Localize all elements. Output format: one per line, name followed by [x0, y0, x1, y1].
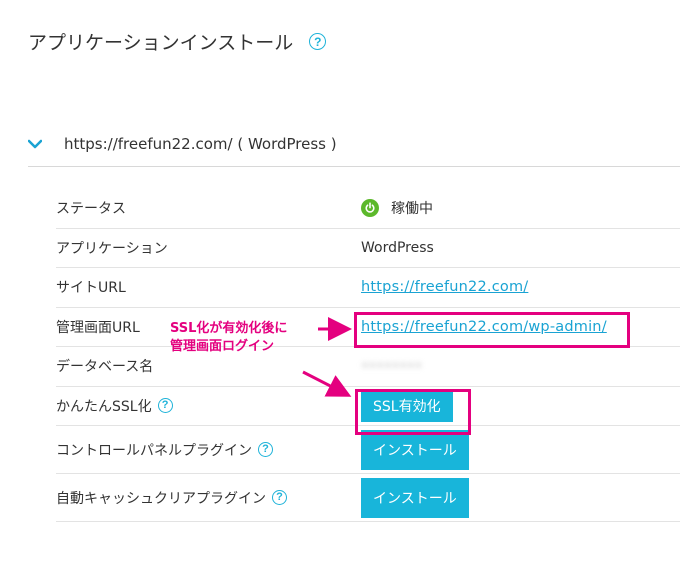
application-value: WordPress [361, 239, 434, 256]
install-cache-clear-button[interactable]: インストール [361, 477, 469, 518]
page-title: アプリケーションインストール ? [28, 28, 327, 55]
row-label: 管理画面URL [56, 319, 140, 336]
row-label-text: かんたんSSL化 [56, 398, 152, 415]
row-label: コントロールパネルプラグイン ? [56, 440, 273, 460]
row-label: アプリケーション [56, 240, 168, 257]
row-label: ステータス [56, 201, 126, 218]
section-header[interactable]: https://freefun22.com/ ( WordPress ) [28, 128, 680, 167]
app-details-table: ステータス 稼働中 アプリケーション WordPress サイトURL http… [56, 189, 680, 522]
row-label: かんたんSSL化 ? [56, 396, 173, 416]
install-control-panel-button[interactable]: インストール [361, 429, 469, 470]
row-label: データベース名 [56, 359, 154, 376]
row-label: 自動キャッシュクリアプラグイン ? [56, 488, 287, 508]
row-label: サイトURL [56, 280, 126, 297]
row-label-text: コントロールパネルプラグイン [56, 442, 252, 459]
table-row-application: アプリケーション WordPress [56, 229, 680, 268]
table-row-status: ステータス 稼働中 [56, 189, 680, 229]
status-value: 稼働中 [361, 189, 433, 228]
chevron-down-icon[interactable] [28, 139, 42, 149]
row-label-text: 自動キャッシュクリアプラグイン [56, 490, 266, 507]
help-icon[interactable]: ? [157, 398, 173, 414]
annotation-text: SSL化が有効化後に 管理画面ログイン [170, 320, 287, 356]
help-icon[interactable]: ? [309, 33, 327, 50]
help-icon[interactable]: ? [272, 490, 287, 505]
database-name-value: •••••••• [361, 358, 423, 374]
page-title-text: アプリケーションインストール [28, 32, 294, 54]
ssl-button-highlight [355, 389, 471, 435]
help-icon[interactable]: ? [258, 442, 273, 457]
admin-url-highlight [354, 312, 630, 348]
table-row-cache-clear-plugin: 自動キャッシュクリアプラグイン ? インストール [56, 474, 680, 522]
table-row-site-url: サイトURL https://freefun22.com/ [56, 268, 680, 308]
annotation-line-1: SSL化が有効化後に [170, 321, 288, 336]
status-text: 稼働中 [391, 201, 433, 218]
site-url-link[interactable]: https://freefun22.com/ [361, 279, 528, 295]
power-icon [361, 199, 379, 218]
annotation-line-2: 管理画面ログイン [170, 339, 275, 354]
table-row-database-name: データベース名 •••••••• [56, 347, 680, 387]
section-title: https://freefun22.com/ ( WordPress ) [64, 135, 337, 153]
